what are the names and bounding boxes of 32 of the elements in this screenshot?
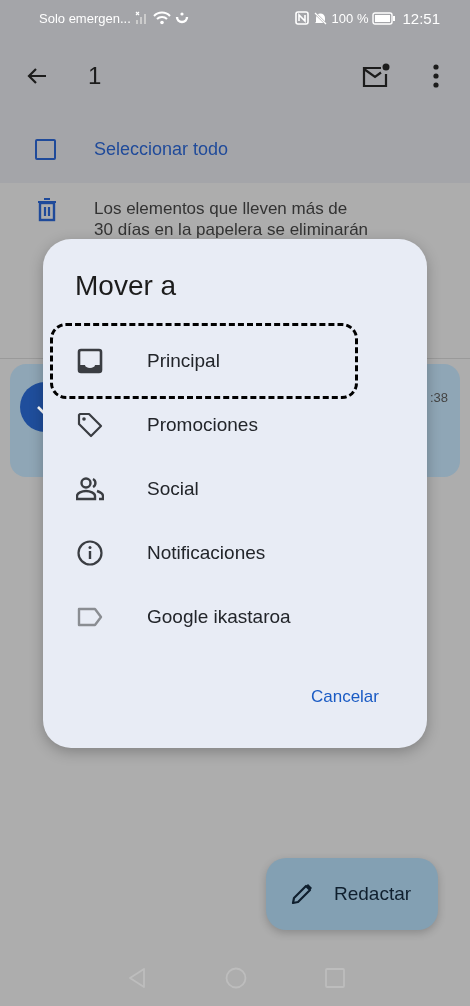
select-all-label[interactable]: Seleccionar todo (94, 139, 229, 160)
pencil-icon (290, 882, 314, 906)
tag-icon (76, 412, 104, 438)
trash-notice-text: 30 días en la papelera se eliminarán (94, 219, 369, 240)
email-time: :38 (429, 390, 448, 405)
inbox-icon (76, 348, 104, 374)
folder-option[interactable]: Promociones (56, 393, 352, 457)
muted-bell-icon (312, 10, 328, 26)
status-icon (174, 11, 189, 25)
selected-count: 1 (88, 62, 102, 90)
trash-notice-text: Los elementos que lleven más de (94, 198, 349, 219)
nfc-icon (294, 11, 309, 25)
signal-icon (134, 11, 149, 25)
carrier-text: Solo emergen... (39, 10, 131, 26)
battery-icon (372, 11, 397, 25)
select-all-checkbox[interactable] (35, 139, 56, 160)
battery-text: 100 % (331, 10, 369, 26)
dialog-title: Mover a (75, 269, 177, 303)
info-icon (76, 540, 104, 566)
more-menu-icon[interactable] (433, 64, 439, 88)
label-icon (76, 607, 104, 627)
wifi-icon (152, 11, 171, 25)
trash-icon (37, 198, 57, 222)
people-icon (76, 477, 104, 501)
folder-option[interactable]: Google ikastaroa (56, 585, 352, 649)
compose-button[interactable]: Redactar (266, 858, 438, 930)
unread-mail-icon[interactable] (361, 63, 391, 89)
clock-text: 12:51 (402, 9, 440, 27)
folder-option[interactable]: Social (56, 457, 352, 521)
cancel-button[interactable]: Cancelar (306, 683, 383, 711)
folder-option[interactable]: Notificaciones (56, 521, 352, 585)
folder-option[interactable]: Principal (56, 329, 352, 393)
